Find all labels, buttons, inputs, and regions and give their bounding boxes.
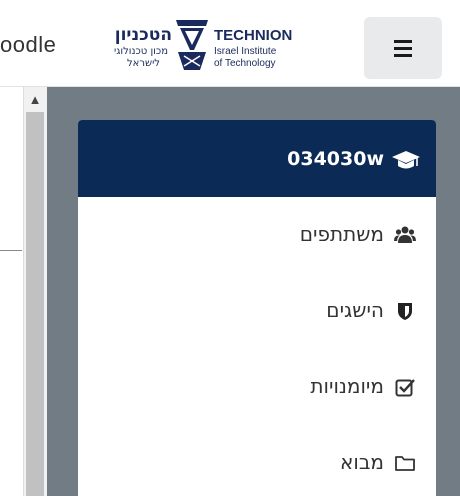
logo-hebrew-sub2: לישראל <box>127 58 160 69</box>
scrollbar-thumb[interactable] <box>26 112 44 496</box>
logo-hebrew-title: הטכניון <box>115 25 172 45</box>
nav-item-label: הישגים <box>326 298 384 322</box>
divider <box>0 250 22 251</box>
nav-item-label: משתתפים <box>299 222 384 246</box>
nav-item-participants[interactable]: משתתפים <box>78 197 436 274</box>
nav-item-competencies[interactable]: מיומנויות <box>78 349 436 426</box>
technion-logo[interactable]: הטכניון מכון טכנולוגי לישראל TECHNION Is… <box>100 14 334 74</box>
course-link[interactable]: 034030w <box>78 120 436 197</box>
course-code: 034030w <box>287 148 384 170</box>
nav-item-label: מיומנויות <box>310 374 384 398</box>
users-icon <box>394 226 416 243</box>
nav-item-label: מבוא <box>340 450 384 474</box>
logo-hebrew-sub1: מכון טכנולוגי <box>114 46 168 57</box>
technion-emblem-icon <box>176 20 208 70</box>
scroll-up-arrow-icon[interactable]: ▲ <box>25 92 45 108</box>
folder-icon <box>395 456 415 471</box>
logo-english-sub2: of Technology <box>214 58 276 69</box>
nav-item-badges[interactable]: הישגים <box>78 273 436 350</box>
shield-icon <box>398 303 412 320</box>
logo-english-title: TECHNION <box>214 27 292 44</box>
nav-item-intro[interactable]: מבוא <box>78 425 436 496</box>
menu-toggle-button[interactable] <box>364 17 442 79</box>
checkbox-icon <box>395 379 415 397</box>
logo-english-sub1: Israel Institute <box>214 46 277 57</box>
site-name[interactable]: oodle <box>0 32 56 58</box>
drawer-panel: 034030w משתתפים הישגים מיומנויות מבוא <box>78 120 436 496</box>
graduation-cap-icon <box>392 151 420 169</box>
top-navbar: oodle הטכניון מכון טכנולוגי לישראל TECHN… <box>0 0 460 87</box>
